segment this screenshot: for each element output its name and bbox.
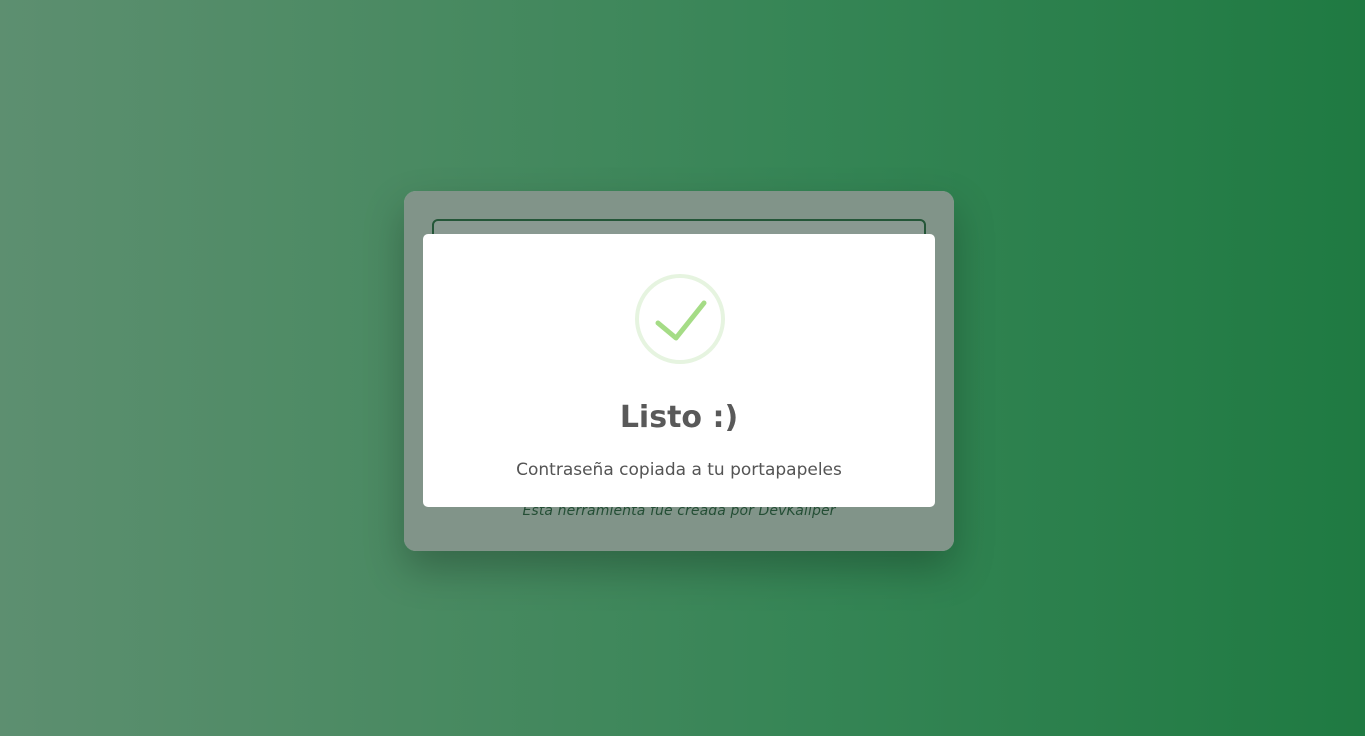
success-dialog: Listo :) Contraseña copiada a tu portapa… xyxy=(423,234,935,507)
success-check-icon xyxy=(635,274,725,364)
dialog-message: Contraseña copiada a tu portapapeles xyxy=(516,460,842,480)
dialog-title: Listo :) xyxy=(619,400,739,435)
